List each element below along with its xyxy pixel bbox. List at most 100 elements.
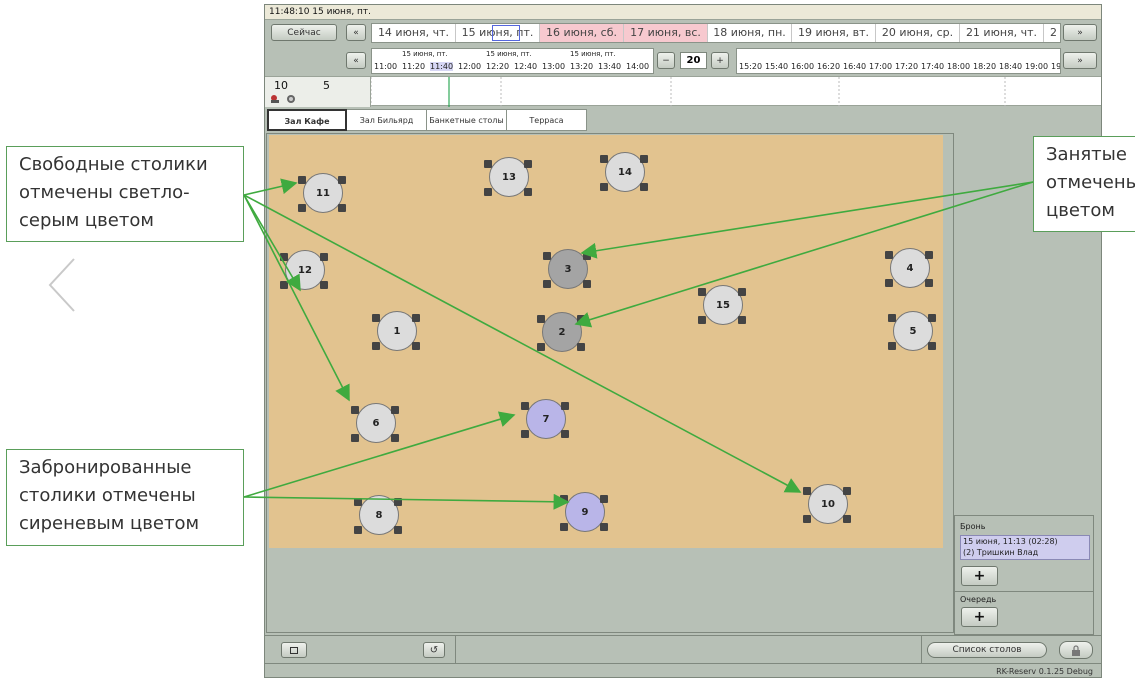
- guests-icon: [271, 95, 295, 103]
- table-5[interactable]: 5: [888, 311, 936, 351]
- table-8[interactable]: 8: [354, 495, 402, 535]
- chair: [391, 434, 399, 442]
- table-2[interactable]: 2: [537, 312, 585, 352]
- date-cell[interactable]: 18 июня, пн.: [708, 24, 792, 42]
- tab-hall[interactable]: Зал Бильярд: [347, 109, 427, 131]
- chair: [577, 315, 585, 323]
- hall-floor: 11 13 14 12 3 4 15 1 2 5 6 7 8 9 10: [269, 135, 943, 548]
- table-6[interactable]: 6: [351, 403, 399, 443]
- panel-icon: [290, 646, 298, 654]
- count-a: 10: [274, 79, 288, 92]
- hall-panel: 11 13 14 12 3 4 15 1 2 5 6 7 8 9 10: [266, 133, 954, 633]
- date-cell[interactable]: 19 июня, вт.: [792, 24, 876, 42]
- table-number: 8: [375, 509, 383, 521]
- date-cell[interactable]: 17 июня, вс.: [624, 24, 708, 42]
- chair: [537, 343, 545, 351]
- chair: [412, 314, 420, 322]
- dates-next-button[interactable]: »: [1063, 24, 1097, 41]
- chair: [320, 281, 328, 289]
- booking-entry[interactable]: 15 июня, 11:13 (02:28) (2) Тришкин Влад: [960, 535, 1090, 560]
- date-cell[interactable]: 21 июня, чт.: [960, 24, 1044, 42]
- timeline-time-label: 12:20: [486, 62, 510, 71]
- timeline-time-label: 12:40: [514, 62, 538, 71]
- tab-hall[interactable]: Банкетные столы: [427, 109, 507, 131]
- timeline-time-label: 16:00: [791, 62, 815, 71]
- chevron-left-icon[interactable]: [42, 255, 92, 315]
- refresh-icon: ↺: [429, 644, 439, 656]
- timeline-time-label: 17:20: [895, 62, 919, 71]
- table-13[interactable]: 13: [484, 157, 532, 197]
- chair: [320, 253, 328, 261]
- table-4[interactable]: 4: [885, 248, 933, 288]
- timeline-time-label: 16:20: [817, 62, 841, 71]
- app-window: 11:48:10 15 июня, пт. Сейчас « 14 июня, …: [264, 4, 1102, 678]
- tab-hall[interactable]: Зал Кафе: [267, 109, 347, 131]
- chair: [698, 316, 706, 324]
- timeline-time-label: 11:20: [402, 62, 426, 71]
- date-cell[interactable]: 20 июня, ср.: [876, 24, 960, 42]
- chair: [698, 288, 706, 296]
- date-cell[interactable]: 15 июня, пт.: [456, 24, 540, 42]
- lock-button[interactable]: [1059, 641, 1093, 659]
- date-cell[interactable]: 2: [1044, 24, 1060, 42]
- chair: [280, 281, 288, 289]
- table-14[interactable]: 14: [600, 152, 648, 192]
- table-11[interactable]: 11: [298, 173, 346, 213]
- table-number: 14: [618, 166, 632, 178]
- time-next-button[interactable]: »: [1063, 52, 1097, 69]
- timeline-left[interactable]: 15 июня, пт. 15 июня, пт. 15 июня, пт. 11:0…: [371, 48, 654, 74]
- callout-free-tables: Свободные столики отмечены светло- серым…: [6, 146, 244, 242]
- timeline-day-label: 15 июня, пт.: [570, 50, 616, 58]
- table-9[interactable]: 9: [560, 492, 608, 532]
- chair: [298, 204, 306, 212]
- window-title: 11:48:10 15 июня, пт.: [265, 5, 1101, 20]
- table-12[interactable]: 12: [280, 250, 328, 290]
- timeline-right[interactable]: 15:20 15:40 16:00 16:20 16:40 17:00 17:20 17:40…: [736, 48, 1061, 74]
- chair: [561, 430, 569, 438]
- table-7[interactable]: 7: [521, 399, 569, 439]
- tables-list-button[interactable]: Список столов: [927, 642, 1047, 658]
- queue-label: Очередь: [960, 595, 997, 604]
- table-10[interactable]: 10: [803, 484, 851, 524]
- chair: [600, 495, 608, 503]
- zoom-minus-button[interactable]: −: [657, 52, 675, 69]
- chair: [338, 204, 346, 212]
- tab-hall[interactable]: Терраса: [507, 109, 587, 131]
- table-1[interactable]: 1: [372, 311, 420, 351]
- timeline-time-label: 17:40: [921, 62, 945, 71]
- timeline-day-label: 15 июня, пт.: [486, 50, 532, 58]
- chair: [521, 430, 529, 438]
- now-button[interactable]: Сейчас: [271, 24, 337, 41]
- timeline-time-label: 19:00: [1025, 62, 1049, 71]
- date-cell[interactable]: 16 июня, сб.: [540, 24, 624, 42]
- timeline-time-label: 13:40: [598, 62, 622, 71]
- table-number: 11: [316, 187, 330, 199]
- timeline-time-label: 13:00: [542, 62, 566, 71]
- zoom-plus-button[interactable]: +: [711, 52, 729, 69]
- layout-toggle-button[interactable]: [281, 642, 307, 658]
- bottom-toolbar: ↺ Список столов: [265, 635, 1101, 664]
- double-chevron-left-icon: «: [353, 27, 359, 38]
- table-number: 4: [906, 262, 914, 274]
- chair: [600, 155, 608, 163]
- callout-booked-tables: Забронированные столики отмечены сиренев…: [6, 449, 244, 546]
- double-chevron-right-icon: »: [1077, 27, 1083, 38]
- date-strip: 14 июня, чт. 15 июня, пт. 16 июня, сб. 17 и…: [371, 23, 1061, 43]
- date-cell[interactable]: 14 июня, чт.: [372, 24, 456, 42]
- add-booking-button[interactable]: +: [961, 566, 998, 586]
- add-queue-button[interactable]: +: [961, 607, 998, 627]
- dates-prev-button[interactable]: «: [346, 24, 366, 41]
- occupancy-row: 10 5: [265, 76, 1101, 107]
- chair: [925, 279, 933, 287]
- lock-icon: [1072, 644, 1080, 656]
- booking-guest: (2) Тришкин Влад: [963, 548, 1039, 557]
- double-chevron-right-icon: »: [1077, 55, 1083, 66]
- chair: [600, 183, 608, 191]
- chair: [354, 498, 362, 506]
- table-3[interactable]: 3: [543, 249, 591, 289]
- time-prev-button[interactable]: «: [346, 52, 366, 69]
- chair: [561, 402, 569, 410]
- table-15[interactable]: 15: [698, 285, 746, 325]
- table-number: 3: [564, 263, 572, 275]
- refresh-button[interactable]: ↺: [423, 642, 445, 658]
